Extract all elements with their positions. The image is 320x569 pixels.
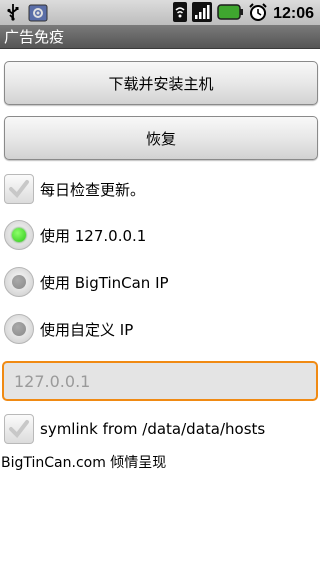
usb-icon — [6, 3, 20, 27]
custom-ip-input[interactable]: 127.0.0.1 — [2, 361, 318, 401]
radio-custom[interactable] — [4, 314, 34, 344]
debug-icon — [28, 3, 48, 27]
symlink-checkbox[interactable] — [4, 414, 34, 444]
radio-custom-row[interactable]: 使用自定义 IP — [4, 314, 133, 344]
signal-icon — [192, 2, 213, 26]
radio-bigtincan-label: 使用 BigTinCan IP — [40, 273, 169, 292]
footer-credit: BigTinCan.com 倾情呈现 — [1, 455, 167, 471]
radio-bigtincan[interactable] — [4, 267, 34, 297]
radio-localhost-label: 使用 127.0.0.1 — [40, 226, 147, 245]
alarm-icon — [248, 2, 268, 26]
daily-check-label: 每日检查更新。 — [40, 180, 146, 199]
checkmark-icon — [9, 180, 29, 199]
install-hosts-label: 下载并安装主机 — [108, 74, 214, 93]
radio-localhost-row[interactable]: 使用 127.0.0.1 — [4, 220, 146, 250]
symlink-row[interactable]: symlink from /data/data/hosts — [4, 414, 265, 444]
app-title: 广告免疫 — [4, 28, 65, 46]
radio-custom-label: 使用自定义 IP — [40, 320, 134, 339]
battery-icon — [217, 4, 244, 24]
daily-check-checkbox[interactable] — [4, 174, 34, 204]
app-title-bar: 广告免疫 — [0, 25, 320, 49]
checkmark-icon — [9, 420, 29, 439]
restore-button[interactable]: 恢复 — [4, 116, 318, 160]
status-time: 12:06 — [273, 5, 314, 22]
wifi-icon — [173, 2, 188, 26]
restore-label: 恢复 — [145, 129, 176, 148]
install-hosts-button[interactable]: 下载并安装主机 — [4, 61, 318, 105]
symlink-label: symlink from /data/data/hosts — [40, 420, 266, 438]
status-bar: 12:06 — [0, 0, 320, 26]
radio-bigtincan-row[interactable]: 使用 BigTinCan IP — [4, 267, 169, 297]
radio-localhost[interactable] — [4, 220, 34, 250]
daily-check-row[interactable]: 每日检查更新。 — [4, 174, 145, 204]
custom-ip-placeholder: 127.0.0.1 — [14, 371, 91, 391]
